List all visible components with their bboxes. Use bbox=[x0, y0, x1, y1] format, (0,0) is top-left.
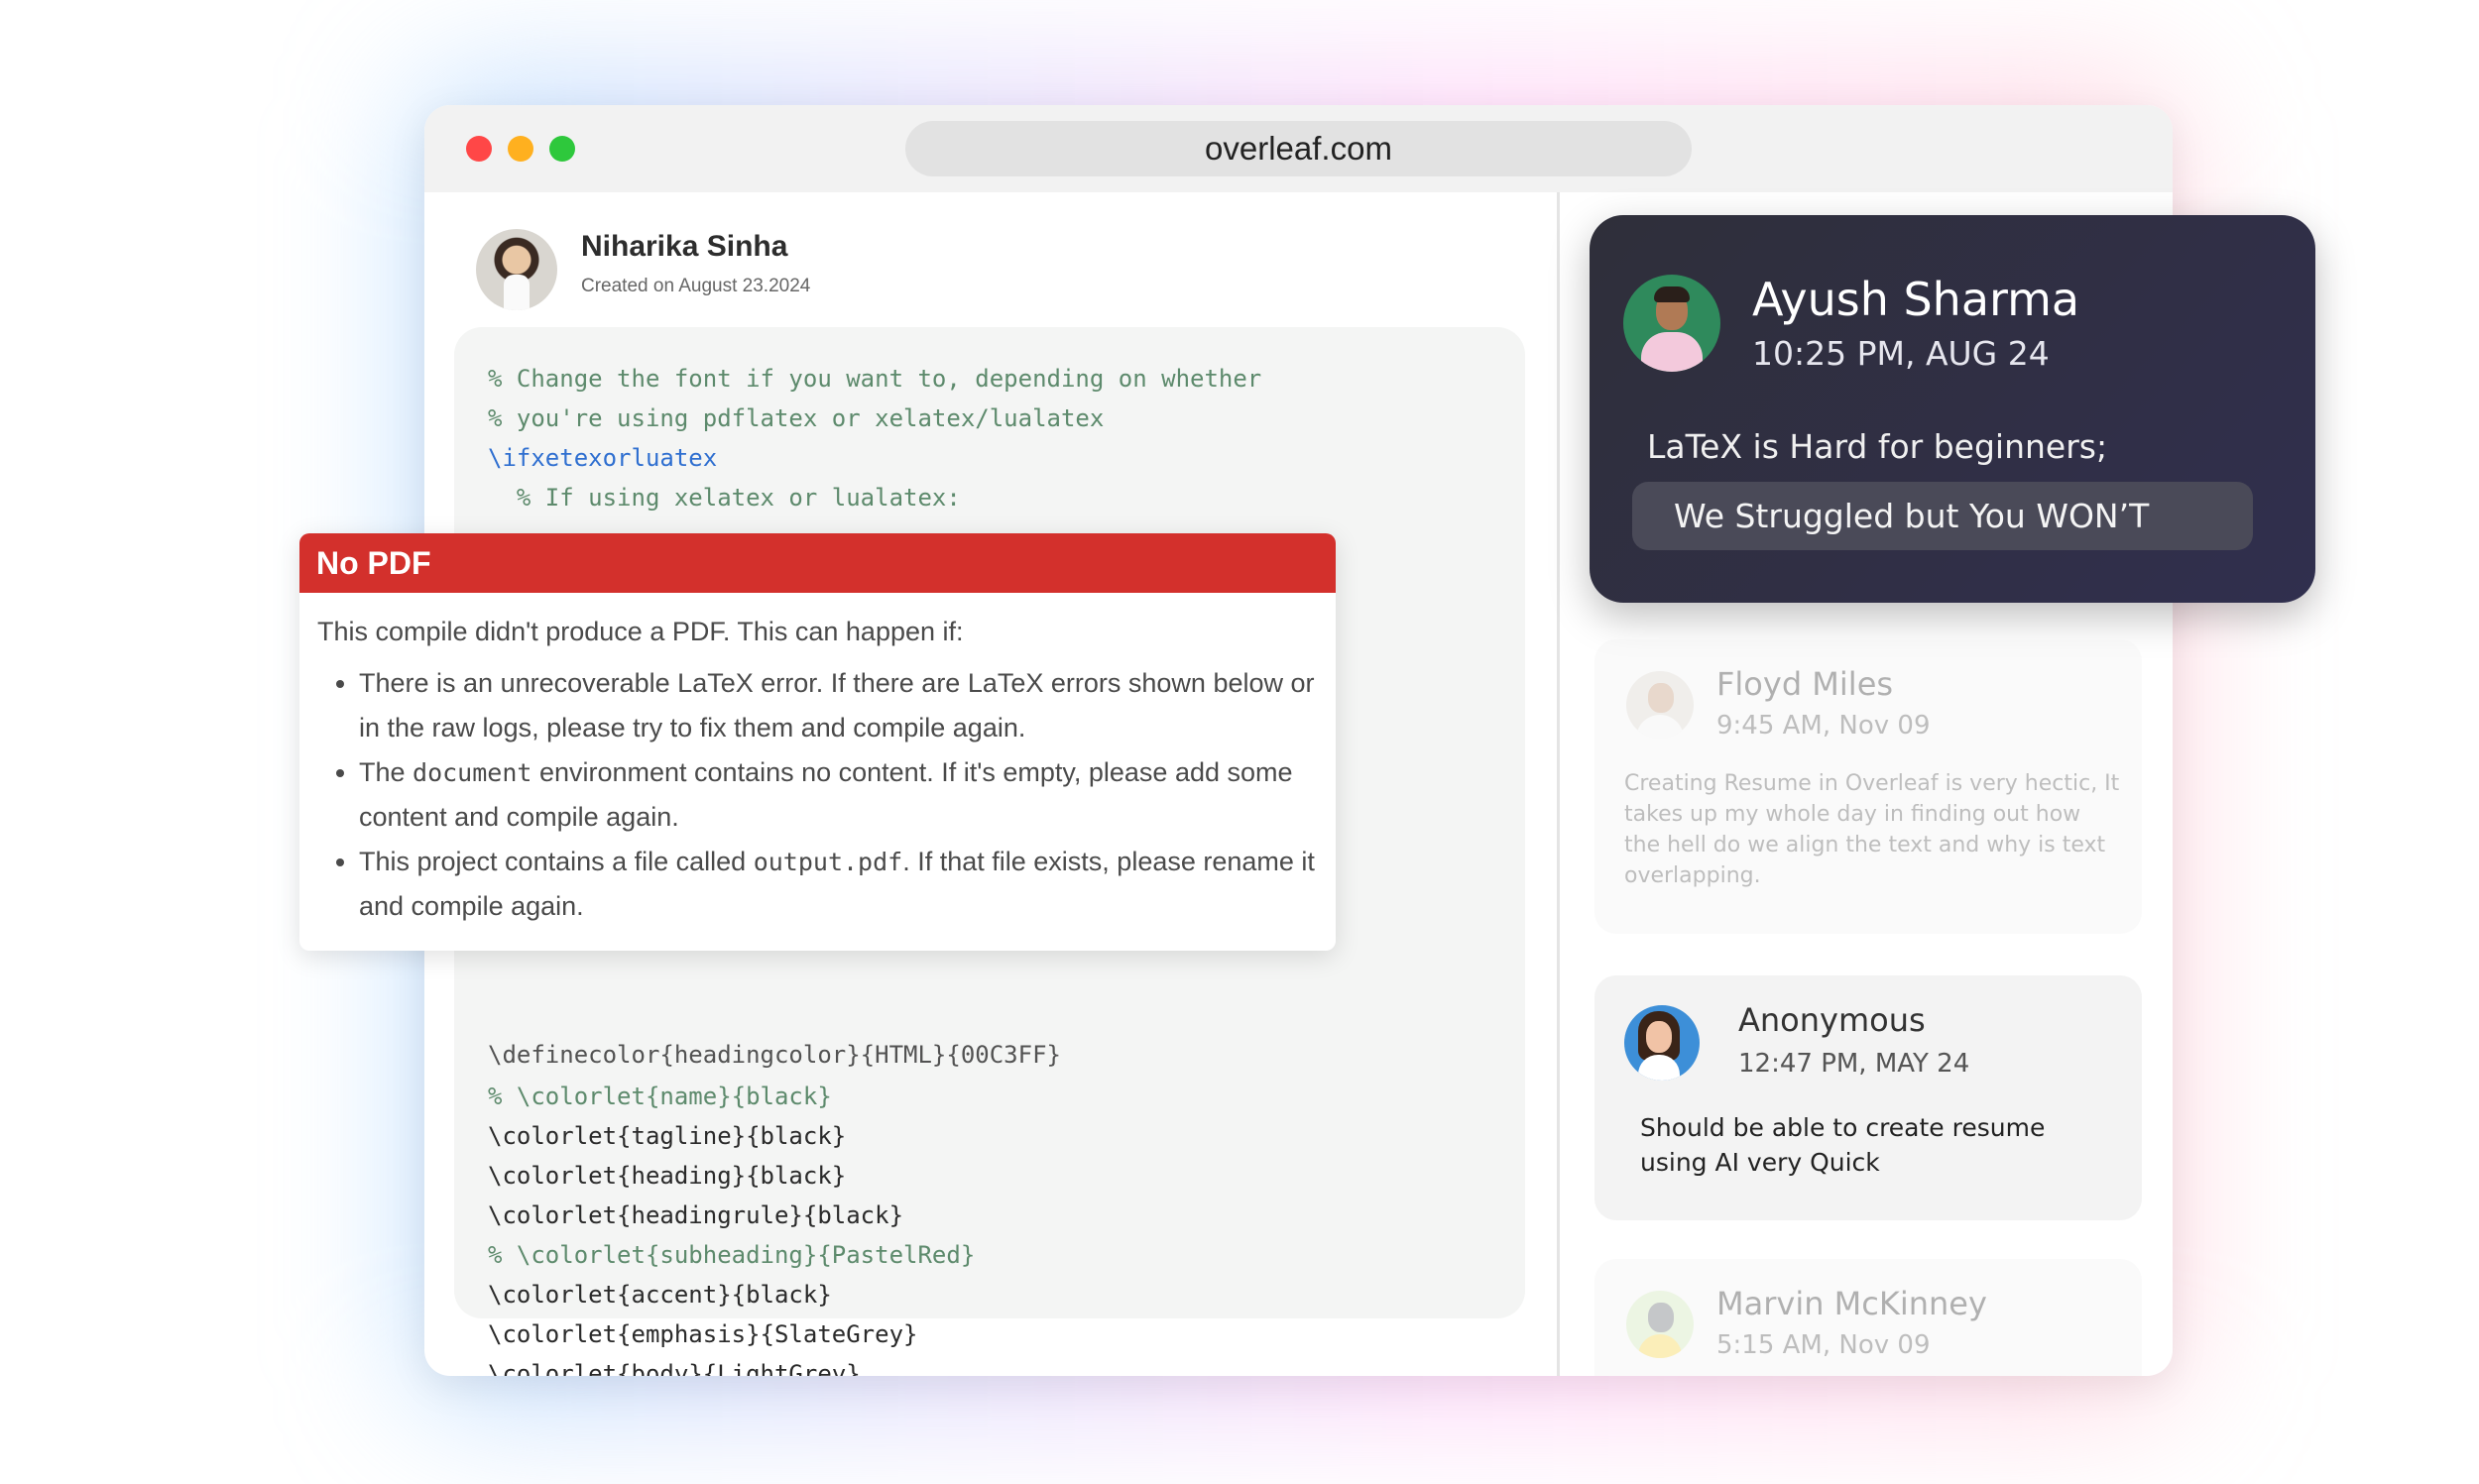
minimize-window-button[interactable] bbox=[508, 136, 533, 162]
no-pdf-reason: This project contains a file called outp… bbox=[359, 840, 1318, 929]
no-pdf-error-panel: No PDF This compile didn't produce a PDF… bbox=[299, 533, 1336, 951]
no-pdf-reason: The document environment contains no con… bbox=[359, 750, 1318, 840]
no-pdf-title: No PDF bbox=[299, 533, 1336, 593]
comment-card[interactable]: Floyd Miles 9:45 AM, Nov 09 Creating Res… bbox=[1594, 639, 2142, 934]
code-line: \colorlet{accent}{black} bbox=[488, 1281, 832, 1309]
code-line: % Change the font if you want to, depend… bbox=[488, 365, 1262, 393]
comment-time: 5:15 AM, Nov 09 bbox=[1716, 1330, 1931, 1360]
author-created-date: Created on August 23.2024 bbox=[581, 276, 811, 296]
author-avatar bbox=[476, 229, 557, 310]
browser-titlebar: overleaf.com bbox=[424, 105, 2173, 192]
code-line: \definecolor{headingcolor}{HTML}{00C3FF} bbox=[488, 1041, 1061, 1069]
no-pdf-intro: This compile didn't produce a PDF. This … bbox=[317, 617, 964, 646]
commenter-avatar bbox=[1626, 671, 1694, 739]
code-line: % If using xelatex or lualatex: bbox=[488, 484, 961, 512]
comment-highlight: We Struggled but You WON’T bbox=[1632, 482, 2253, 550]
featured-comment-card[interactable]: Ayush Sharma 10:25 PM, AUG 24 LaTeX is H… bbox=[1590, 215, 2315, 603]
address-bar[interactable]: overleaf.com bbox=[905, 121, 1692, 176]
commenter-avatar bbox=[1626, 1291, 1694, 1358]
pane-divider[interactable] bbox=[1557, 192, 1560, 1376]
no-pdf-reason: There is an unrecoverable LaTeX error. I… bbox=[359, 661, 1318, 750]
comment-text: Creating Resume in Overleaf is very hect… bbox=[1624, 771, 2120, 888]
comment-time: 9:45 AM, Nov 09 bbox=[1716, 711, 1931, 741]
code-line: \colorlet{body}{LightGrey} bbox=[488, 1360, 861, 1376]
code-line: \colorlet{tagline}{black} bbox=[488, 1122, 847, 1150]
commenter-name: Ayush Sharma bbox=[1752, 273, 2080, 326]
code-line: % you're using pdflatex or xelatex/luala… bbox=[488, 404, 1105, 432]
code-line: % \colorlet{name}{black} bbox=[488, 1083, 832, 1110]
maximize-window-button[interactable] bbox=[549, 136, 575, 162]
code-line: \colorlet{headingrule}{black} bbox=[488, 1201, 904, 1229]
code-line: \colorlet{heading}{black} bbox=[488, 1162, 847, 1190]
comment-time: 12:47 PM, MAY 24 bbox=[1738, 1049, 1970, 1079]
commenter-avatar bbox=[1624, 1005, 1700, 1081]
code-line: \ifxetexorluatex bbox=[488, 444, 718, 472]
commenter-name: Floyd Miles bbox=[1716, 665, 1894, 703]
comment-time: 10:25 PM, AUG 24 bbox=[1752, 334, 2050, 373]
close-window-button[interactable] bbox=[466, 136, 492, 162]
code-line: % \colorlet{subheading}{PastelRed} bbox=[488, 1241, 976, 1269]
comment-card[interactable]: Anonymous 12:47 PM, MAY 24 Should be abl… bbox=[1594, 975, 2142, 1220]
no-pdf-reasons: There is an unrecoverable LaTeX error. I… bbox=[317, 661, 1318, 929]
code-line: \colorlet{emphasis}{SlateGrey} bbox=[488, 1320, 918, 1348]
comment-text: Should be able to create resume using AI… bbox=[1640, 1113, 2046, 1177]
author-name: Niharika Sinha bbox=[581, 230, 788, 263]
commenter-name: Anonymous bbox=[1738, 1001, 1926, 1039]
comment-card[interactable]: Marvin McKinney 5:15 AM, Nov 09 bbox=[1594, 1259, 2142, 1376]
commenter-avatar bbox=[1623, 275, 1720, 372]
commenter-name: Marvin McKinney bbox=[1716, 1285, 1987, 1322]
comment-text: LaTeX is Hard for beginners; bbox=[1647, 427, 2108, 466]
